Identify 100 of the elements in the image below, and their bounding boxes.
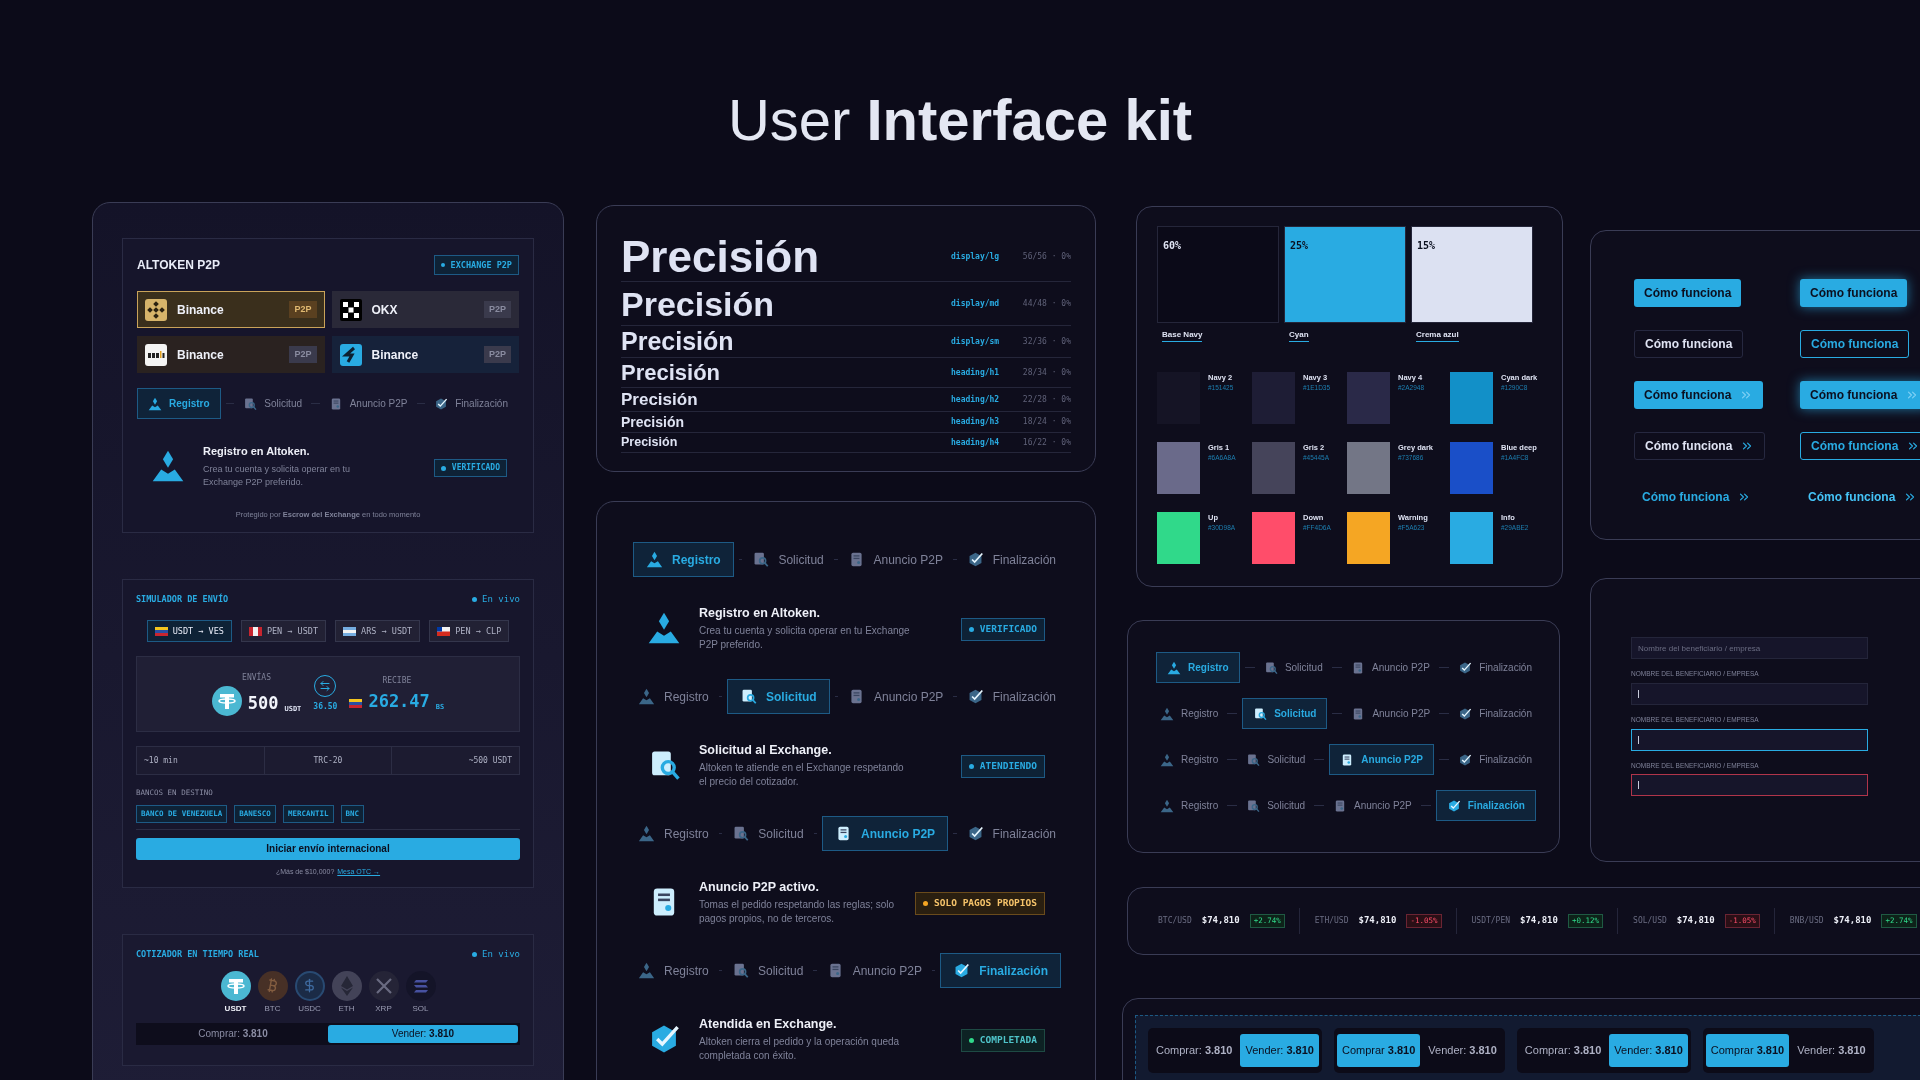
trade-side-option[interactable]: Vender: 3.810	[1792, 1034, 1871, 1067]
ticker-pair: USDT/PEN	[1471, 915, 1511, 927]
step-tab[interactable]: Registro	[1156, 652, 1240, 683]
step-title: Solicitud al Exchange.	[699, 741, 833, 759]
step-tab[interactable]: Registro	[633, 816, 714, 851]
text-field[interactable]	[1631, 728, 1868, 751]
ticker-price: $74,810	[1833, 914, 1872, 928]
exchange-option[interactable]: Binance P2P	[331, 336, 519, 373]
step-tab[interactable]: Finalización	[961, 816, 1061, 851]
step-tab[interactable]: Anuncio P2P	[822, 816, 949, 851]
step-description: Altoken te atiende en el Exchange respetando el precio del cotizador.	[699, 761, 905, 790]
step-tab[interactable]: Registro	[1156, 744, 1223, 775]
start-transfer-button[interactable]: Iniciar envío internacional	[136, 837, 520, 860]
exchange-option[interactable]: Binance P2P	[137, 291, 325, 328]
step-tab[interactable]: Registro	[633, 679, 714, 714]
text-cursor	[1638, 735, 1639, 744]
type-metrics: 28/34 · 0%	[1021, 366, 1071, 379]
step-tab[interactable]: Solicitud	[727, 816, 809, 851]
step-tab[interactable]: Anuncio P2P	[1328, 790, 1416, 821]
currency-pair-chip[interactable]: ARS → USDT	[335, 620, 421, 643]
how-it-works-button[interactable]: Cómo funciona	[1634, 279, 1742, 307]
step-tab[interactable]: Registro	[633, 953, 714, 988]
document-search-icon	[740, 688, 757, 705]
trade-side-option[interactable]: Vender: 3.810	[1423, 1034, 1502, 1067]
bitcoin-coin-icon	[257, 970, 288, 1001]
currency-pair-chip[interactable]: PEN → USDT	[240, 620, 327, 643]
step-tab[interactable]: Registro	[137, 388, 221, 419]
step-title: Registro en Altoken.	[699, 604, 822, 622]
step-tab[interactable]: Solicitud	[1242, 744, 1310, 775]
step-tab[interactable]: Solicitud	[239, 388, 307, 419]
coin-option[interactable]: ETH	[331, 970, 362, 1015]
step-tab[interactable]: Finalización	[1435, 790, 1536, 821]
step-tab[interactable]: Solicitud	[747, 542, 829, 577]
step-tab[interactable]: Anuncio P2P	[1329, 744, 1435, 775]
step-tab[interactable]: Finalización	[1454, 744, 1536, 775]
ethereum-coin-icon	[331, 970, 362, 1001]
exchange-option[interactable]: Binance P2P	[137, 336, 325, 373]
how-it-works-button[interactable]: Cómo funciona	[1634, 432, 1766, 460]
how-it-works-button[interactable]: Cómo funciona	[1634, 330, 1744, 358]
step-tab[interactable]: Solicitud	[1242, 698, 1328, 729]
type-token: heading/h1	[951, 366, 1001, 379]
step-tab[interactable]: Solicitud	[727, 953, 809, 988]
trade-side-option[interactable]: Vender: 3.810	[328, 1024, 518, 1043]
ticker-price: $74,810	[1676, 914, 1715, 928]
step-tab[interactable]: Finalización	[1454, 698, 1536, 729]
step-tab[interactable]: Finalización	[1454, 652, 1536, 683]
flag-icon	[248, 626, 262, 636]
type-metrics: 44/48 · 0%	[1021, 297, 1071, 310]
trade-side-option[interactable]: Comprar: 3.810	[138, 1024, 328, 1043]
step-tab[interactable]: Finalización	[940, 953, 1061, 988]
how-it-works-button[interactable]: Cómo funciona	[1634, 381, 1764, 409]
check-badge-icon	[1458, 660, 1473, 675]
trade-side-option[interactable]: Comprar 3.810	[1336, 1034, 1421, 1067]
how-it-works-button[interactable]: Cómo funciona	[1634, 483, 1760, 511]
usage-share: 25%	[1290, 240, 1309, 251]
currency-pair-chip[interactable]: USDT → VES	[146, 620, 232, 643]
step-tab[interactable]: Anuncio P2P	[1347, 652, 1434, 683]
stat-cell-text: ~10 min	[143, 754, 179, 767]
usage-share: 60%	[1163, 240, 1182, 251]
coin-option[interactable]: XRP	[368, 970, 399, 1015]
step-tab[interactable]: Registro	[1156, 790, 1223, 821]
coin-option[interactable]: USDT	[220, 970, 251, 1015]
step-tab[interactable]: Anuncio P2P	[1347, 698, 1435, 729]
step-tab[interactable]: Anuncio P2P	[821, 953, 928, 988]
coin-option[interactable]: SOL	[405, 970, 436, 1015]
step-tab[interactable]: Anuncio P2P	[842, 679, 949, 714]
step-tab[interactable]: Solicitud	[1242, 790, 1309, 821]
text-field[interactable]: Nombre del beneficiario / empresa	[1631, 637, 1868, 659]
step-tab[interactable]: Solicitud	[727, 679, 830, 714]
color-name: Cyan	[1289, 329, 1309, 342]
status-badge: VERIFICADO	[433, 459, 507, 478]
step-tab[interactable]: Solicitud	[1259, 652, 1327, 683]
step-tab[interactable]: Registro	[1156, 698, 1223, 729]
color-name: Crema azul	[1416, 329, 1459, 342]
trade-side-option[interactable]: Comprar: 3.810	[1151, 1034, 1238, 1067]
text-field[interactable]	[1631, 682, 1868, 705]
how-it-works-button[interactable]: Cómo funciona	[1800, 381, 1920, 409]
step-tab[interactable]: Finalización	[430, 388, 512, 419]
how-it-works-button[interactable]: Cómo funciona	[1800, 432, 1920, 460]
trade-side-option[interactable]: Comprar 3.810	[1705, 1034, 1790, 1067]
how-it-works-button[interactable]: Cómo funciona	[1800, 483, 1920, 511]
step-description: Altoken cierra el pedido y la operación queda completada con éxito.	[699, 1035, 901, 1064]
step-tab[interactable]: Anuncio P2P	[842, 542, 948, 577]
status-badge: COMPLETADA	[960, 1029, 1045, 1052]
currency-pair-chip[interactable]: PEN → CLP	[429, 620, 510, 643]
coin-option[interactable]: USDC	[294, 970, 325, 1015]
step-tab[interactable]: Registro	[633, 542, 734, 577]
exchange-option[interactable]: OKX P2P	[331, 291, 519, 328]
text-field[interactable]	[1631, 774, 1868, 797]
coin-option[interactable]: BTC	[257, 970, 288, 1015]
document-search-icon	[1246, 798, 1261, 813]
trade-side-option[interactable]: Vender: 3.810	[1240, 1034, 1319, 1067]
trade-side-option[interactable]: Vender: 3.810	[1609, 1034, 1688, 1067]
how-it-works-button[interactable]: Cómo funciona	[1800, 279, 1908, 307]
trade-side-option[interactable]: Comprar: 3.810	[1519, 1034, 1607, 1067]
p2p-tag: P2P	[289, 300, 317, 319]
how-it-works-button[interactable]: Cómo funciona	[1800, 330, 1910, 358]
step-tab[interactable]: Finalización	[961, 542, 1061, 577]
step-tab[interactable]: Finalización	[961, 679, 1061, 714]
step-tab[interactable]: Anuncio P2P	[324, 388, 412, 419]
